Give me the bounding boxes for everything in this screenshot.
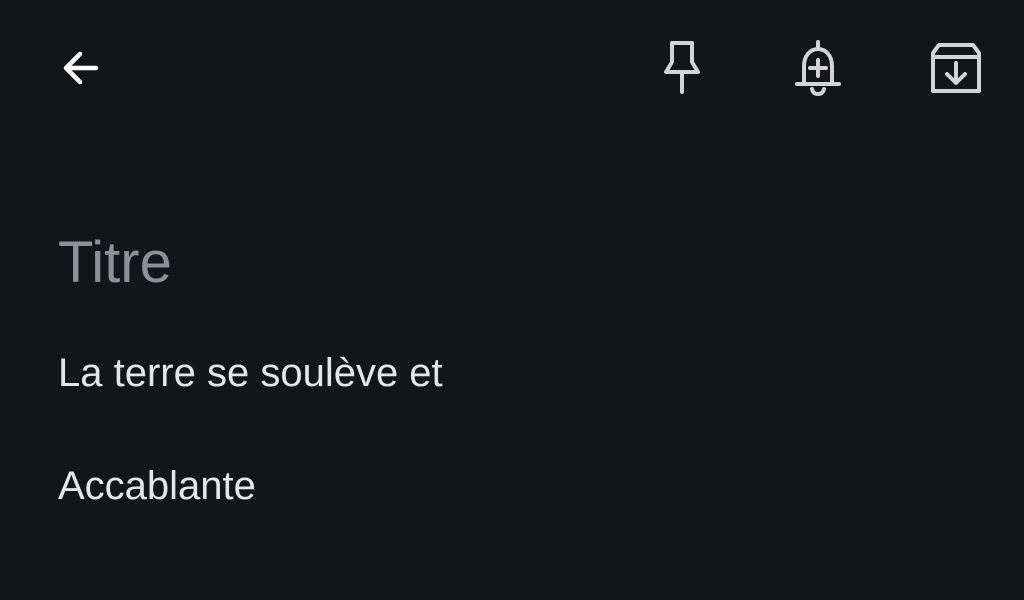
archive-download-icon	[931, 43, 981, 93]
reminder-button[interactable]	[782, 32, 854, 104]
note-title-input[interactable]: Titre	[58, 228, 958, 298]
pin-button[interactable]	[646, 32, 718, 104]
archive-button[interactable]	[920, 32, 992, 104]
bell-plus-icon	[795, 40, 841, 97]
arrow-left-icon	[63, 51, 99, 85]
note-editor-screen: Titre La terre se soulève et Accablante	[0, 0, 1024, 600]
pin-icon	[664, 41, 700, 94]
note-body-line[interactable]: La terre se soulève et	[58, 348, 958, 398]
note-body-line[interactable]: Accablante	[58, 461, 958, 511]
back-button[interactable]	[44, 32, 116, 104]
